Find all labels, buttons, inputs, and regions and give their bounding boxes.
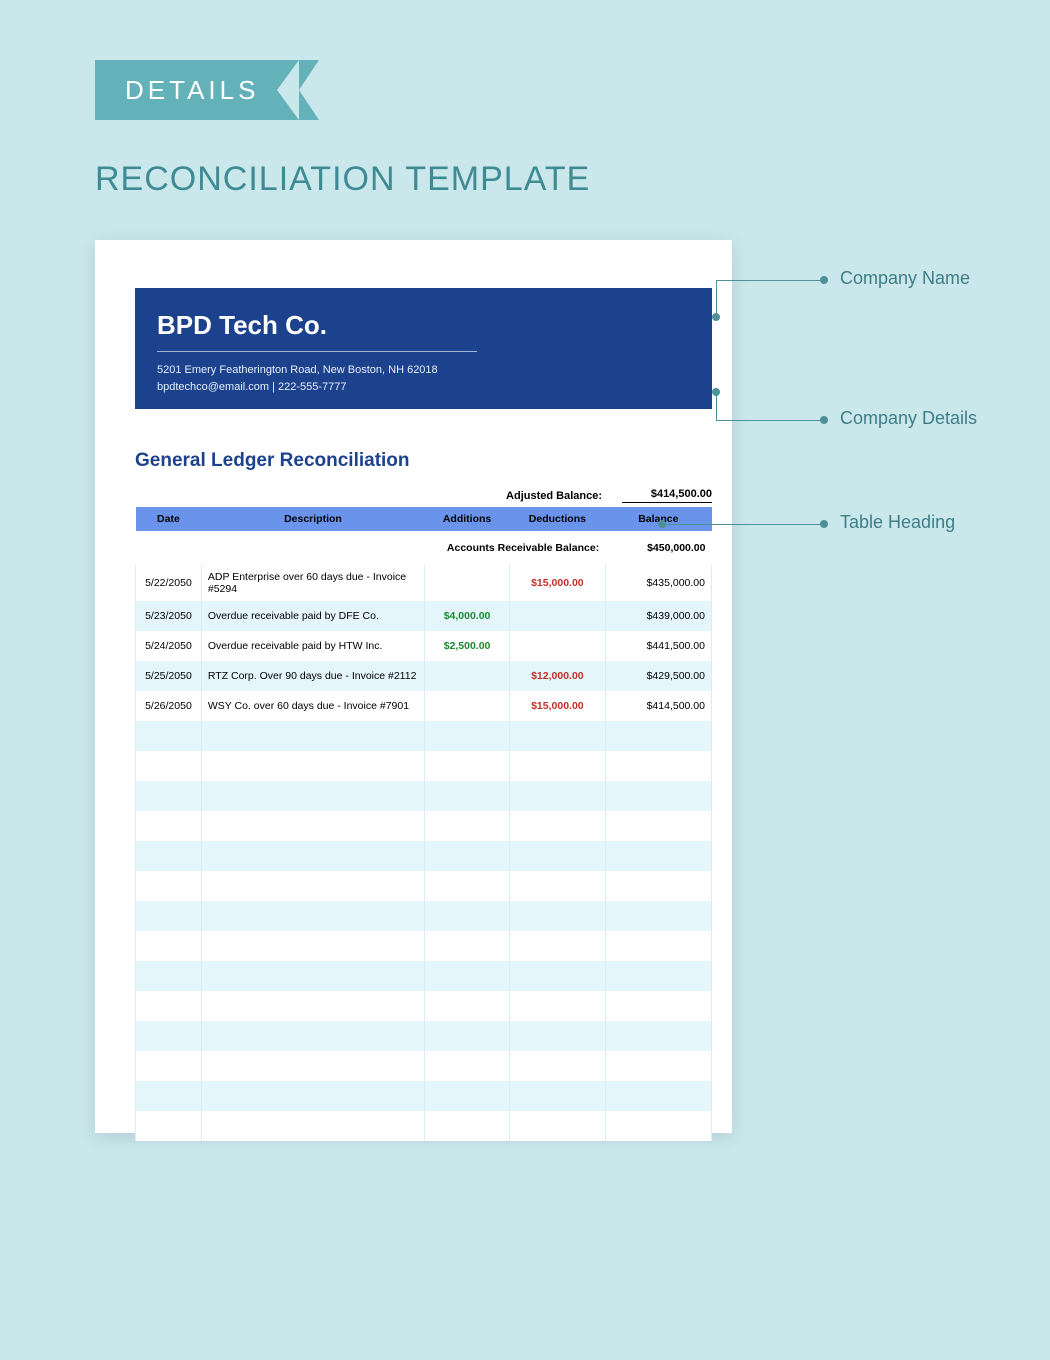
company-name: BPD Tech Co. <box>157 310 690 341</box>
table-row-empty <box>136 901 712 931</box>
table-row-empty <box>136 871 712 901</box>
th-description: Description <box>201 507 424 531</box>
table-row: 5/24/2050Overdue receivable paid by HTW … <box>136 631 712 661</box>
th-balance: Balance <box>605 507 711 531</box>
cell-balance: $439,000.00 <box>605 601 711 631</box>
callout-line <box>716 280 824 281</box>
callout-company-name: Company Name <box>840 268 970 289</box>
document-sheet: BPD Tech Co. 5201 Emery Featherington Ro… <box>95 240 732 1133</box>
company-details: 5201 Emery Featherington Road, New Bosto… <box>157 362 690 395</box>
cell-deduction: $12,000.00 <box>510 661 606 691</box>
ar-balance: $450,000.00 <box>605 531 711 565</box>
cell-deduction <box>510 601 606 631</box>
th-additions: Additions <box>425 507 510 531</box>
cell-addition <box>425 661 510 691</box>
cell-description: Overdue receivable paid by DFE Co. <box>201 601 424 631</box>
cell-date: 5/25/2050 <box>136 661 202 691</box>
table-row-empty <box>136 1021 712 1051</box>
ar-label: Accounts Receivable Balance: <box>136 531 606 565</box>
callout-line <box>716 392 717 420</box>
ribbon-label: DETAILS <box>125 75 259 106</box>
table-row-empty <box>136 961 712 991</box>
ledger-table-wrap: Adjusted Balance: $414,500.00 Date Descr… <box>135 488 712 1141</box>
table-row-empty <box>136 781 712 811</box>
cell-deduction: $15,000.00 <box>510 565 606 601</box>
adjusted-balance-value: $414,500.00 <box>622 488 712 503</box>
ledger-title: General Ledger Reconciliation <box>135 450 410 472</box>
callout-table-heading: Table Heading <box>840 512 955 533</box>
cell-addition: $2,500.00 <box>425 631 510 661</box>
th-deductions: Deductions <box>510 507 606 531</box>
cell-addition <box>425 691 510 721</box>
table-row: 5/25/2050RTZ Corp. Over 90 days due - In… <box>136 661 712 691</box>
th-date: Date <box>136 507 202 531</box>
accounts-receivable-row: Accounts Receivable Balance: $450,000.00 <box>136 531 712 565</box>
callout-dot <box>820 520 828 528</box>
table-row: 5/23/2050Overdue receivable paid by DFE … <box>136 601 712 631</box>
cell-description: Overdue receivable paid by HTW Inc. <box>201 631 424 661</box>
callout-company-details: Company Details <box>840 408 977 429</box>
cell-balance: $429,500.00 <box>605 661 711 691</box>
table-row-empty <box>136 841 712 871</box>
table-row-empty <box>136 721 712 751</box>
company-address: 5201 Emery Featherington Road, New Bosto… <box>157 362 690 379</box>
company-contact: bpdtechco@email.com | 222-555-7777 <box>157 379 690 396</box>
details-ribbon: DETAILS <box>95 60 299 120</box>
adjusted-balance-row: Adjusted Balance: $414,500.00 <box>135 488 712 507</box>
cell-description: RTZ Corp. Over 90 days due - Invoice #21… <box>201 661 424 691</box>
table-row: 5/26/2050WSY Co. over 60 days due - Invo… <box>136 691 712 721</box>
cell-addition: $4,000.00 <box>425 601 510 631</box>
cell-addition <box>425 565 510 601</box>
table-row-empty <box>136 1081 712 1111</box>
cell-date: 5/24/2050 <box>136 631 202 661</box>
table-row-empty <box>136 751 712 781</box>
cell-deduction <box>510 631 606 661</box>
adjusted-balance-label: Adjusted Balance: <box>506 490 602 502</box>
table-row: 5/22/2050ADP Enterprise over 60 days due… <box>136 565 712 601</box>
cell-deduction: $15,000.00 <box>510 691 606 721</box>
page-title: RECONCILIATION TEMPLATE <box>95 160 590 199</box>
table-row-empty <box>136 1111 712 1141</box>
table-row-empty <box>136 931 712 961</box>
cell-date: 5/26/2050 <box>136 691 202 721</box>
table-row-empty <box>136 811 712 841</box>
cell-description: ADP Enterprise over 60 days due - Invoic… <box>201 565 424 601</box>
table-header-row: Date Description Additions Deductions Ba… <box>136 507 712 531</box>
cell-description: WSY Co. over 60 days due - Invoice #7901 <box>201 691 424 721</box>
company-divider <box>157 351 477 352</box>
callout-line <box>662 524 824 525</box>
cell-balance: $435,000.00 <box>605 565 711 601</box>
table-row-empty <box>136 1051 712 1081</box>
cell-date: 5/22/2050 <box>136 565 202 601</box>
callout-line <box>716 280 717 316</box>
company-header-block: BPD Tech Co. 5201 Emery Featherington Ro… <box>135 288 712 409</box>
callout-line <box>716 420 824 421</box>
callout-dot <box>820 276 828 284</box>
callout-dot <box>820 416 828 424</box>
cell-date: 5/23/2050 <box>136 601 202 631</box>
cell-balance: $441,500.00 <box>605 631 711 661</box>
table-row-empty <box>136 991 712 1021</box>
cell-balance: $414,500.00 <box>605 691 711 721</box>
ledger-table: Date Description Additions Deductions Ba… <box>135 507 712 1141</box>
